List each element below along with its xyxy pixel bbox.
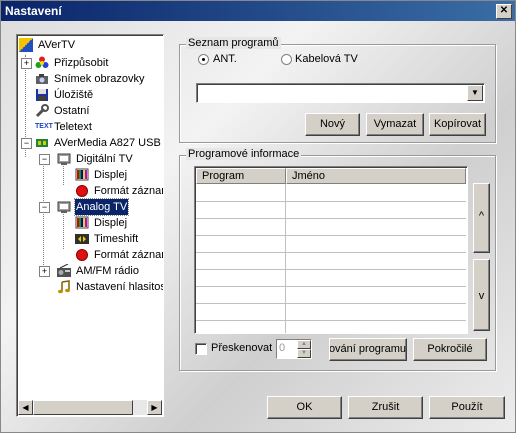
spin-down-icon[interactable]: ▼ [297,349,311,358]
window-title: Nastavení [5,4,62,18]
record-icon [75,248,89,262]
move-down-button[interactable]: v [473,259,490,331]
tree-item-label: Formát záznamu [94,185,163,197]
music-note-icon [57,280,71,294]
grid-line [196,218,466,219]
radio-cable-label: Kabelová TV [295,53,358,65]
rescan-checkbox[interactable] [195,343,207,355]
grid-line [196,252,466,253]
tree-line [63,163,64,185]
spin-up-icon[interactable]: ▲ [297,340,311,349]
floppy-disk-icon [35,88,49,102]
cancel-button[interactable]: Zrušit [348,396,423,419]
display-bars-icon [75,168,89,182]
chevron-down-icon[interactable]: ▼ [467,85,483,101]
colors-icon [35,56,49,70]
tree-item-label: Teletext [54,121,92,133]
grid-line [196,303,466,304]
program-info-title: Programové informace [186,148,302,160]
wrench-icon [35,104,49,118]
settings-dialog: Nastavení ✕ AVerTV + Přizpůsobit Snímek … [0,0,516,433]
tree-item-label: AVerMedia A827 USB [54,137,161,149]
tree-item-label: Úložiště [54,89,94,101]
scroll-right-button[interactable]: ▶ [147,400,162,415]
radio-icon [57,263,71,278]
tree-line [63,211,64,249]
tree-item-label: Displej [94,169,128,181]
tree-item-label: AM/FM rádio [76,265,139,277]
grid-line [196,320,466,321]
rescan-spinner[interactable]: 0 ▲ ▼ [276,339,312,359]
program-table[interactable]: Program Jméno [194,166,468,334]
collapse-button[interactable]: − [39,202,50,213]
column-header-name[interactable]: Jméno [286,168,466,184]
tv-icon [57,152,71,166]
expand-button[interactable]: + [21,58,32,69]
grid-line [196,269,466,270]
grid-line [196,235,466,236]
new-button[interactable]: Nový [305,113,360,136]
grid-line [285,184,286,333]
delete-button[interactable]: Vymazat [366,113,424,136]
tree-item-label: Přizpůsobit [54,57,109,69]
program-source-combo[interactable]: ▼ [196,83,485,103]
tree-horizontal-scrollbar[interactable]: ◀ ▶ [18,400,162,415]
scroll-thumb[interactable] [33,400,133,415]
scroll-left-button[interactable]: ◀ [18,400,33,415]
tree-item-label: AVerTV [38,39,76,51]
title-bar: Nastavení ✕ [1,1,515,21]
tree-item-label: Nastavení hlasitosti [76,281,164,293]
copy-button[interactable]: Kopírovat [429,113,486,136]
radio-antenna[interactable] [198,54,209,65]
tree-item-label: Timeshift [94,233,139,245]
tree-item-label: Digitální TV [76,153,133,165]
tree-item-label: Ostatní [54,105,90,117]
rescan-label: Přeskenovat [211,342,273,354]
apply-button[interactable]: Použít [429,396,505,419]
teletext-icon: TEXT [35,123,53,130]
rename-program-label: Přejmenování programu [329,343,406,355]
tree-item-label: Snímek obrazovky [54,73,145,85]
tree-item-label: Formát záznamu [94,249,163,261]
spinner-value: 0 [279,342,286,354]
radio-antenna-label: ANT. [213,53,237,65]
usb-device-icon [35,136,49,150]
advanced-button[interactable]: Pokročilé [413,338,487,361]
camera-icon [35,72,49,86]
grid-line [196,201,466,202]
timeshift-icon [75,232,89,246]
display-bars-icon [75,216,89,230]
ok-button[interactable]: OK [267,396,342,419]
column-header-program[interactable]: Program [196,168,286,184]
collapse-button[interactable]: − [39,154,50,165]
rename-program-button[interactable]: Přejmenování programu [329,338,407,361]
tree-item-label: Analog TV [73,198,130,216]
close-button[interactable]: ✕ [496,4,512,19]
tree-item-label: Displej [94,217,128,229]
avertv-logo-icon [19,38,33,52]
grid-line [196,286,466,287]
settings-tree[interactable]: AVerTV + Přizpůsobit Snímek obrazovky Úl… [16,34,164,417]
radio-cable[interactable] [281,54,292,65]
record-icon [75,184,89,198]
tree-line [43,161,44,269]
move-up-button[interactable]: ^ [473,183,490,253]
tv-icon [57,200,71,214]
program-list-title: Seznam programů [186,37,281,49]
collapse-button[interactable]: − [21,138,32,149]
expand-button[interactable]: + [39,266,50,277]
